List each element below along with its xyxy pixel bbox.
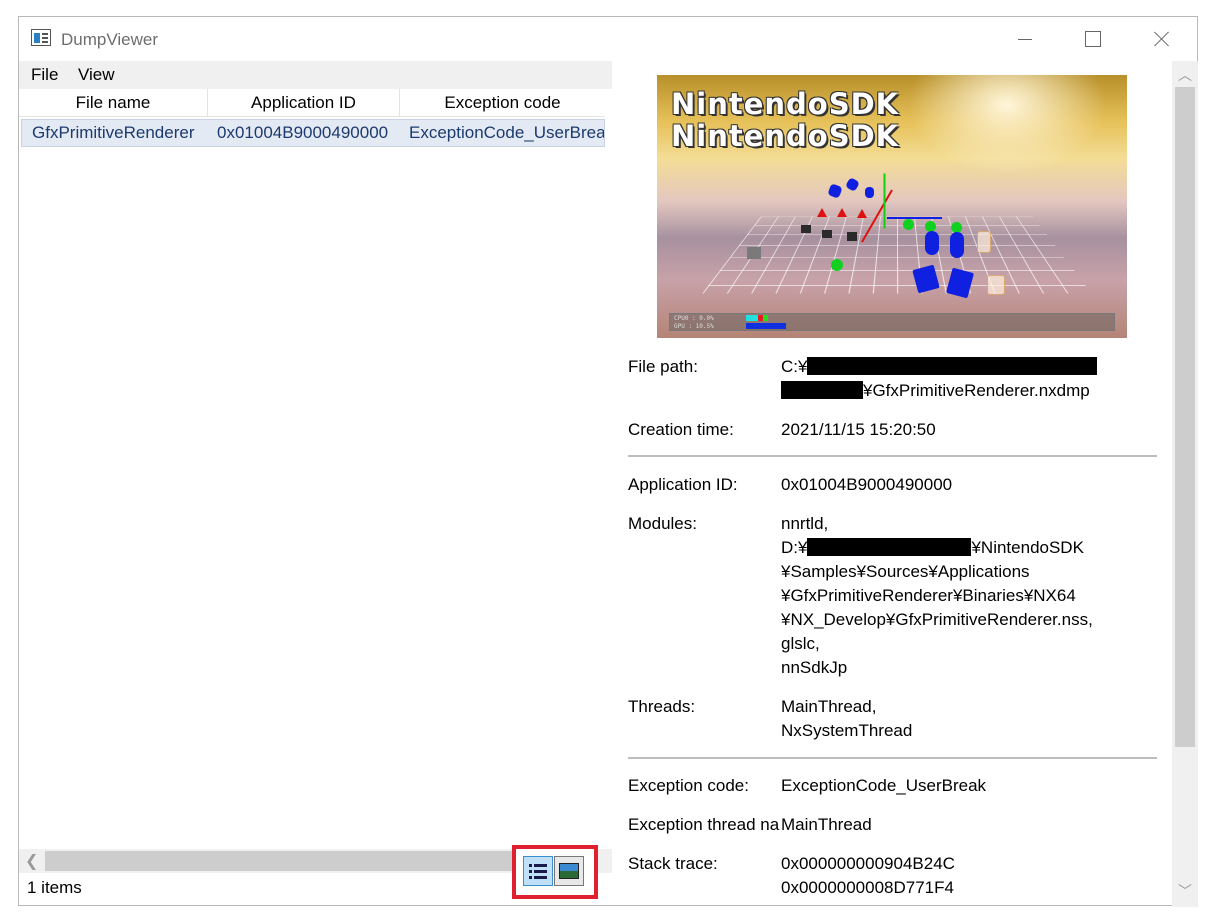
cell-application-id: 0x01004B9000490000 bbox=[217, 123, 389, 142]
redaction bbox=[807, 538, 972, 556]
screenshot-perf-bar: CPU0 : 0.0% GPU : 10.5% bbox=[669, 313, 1115, 331]
cell-exception-code: ExceptionCode_UserBreak bbox=[409, 123, 605, 142]
menu-file[interactable]: File bbox=[31, 65, 58, 85]
window-title: DumpViewer bbox=[61, 30, 159, 49]
application-id-value: 0x01004B9000490000 bbox=[781, 475, 953, 494]
image-view-icon[interactable] bbox=[554, 856, 584, 886]
scroll-left-icon[interactable]: ❮ bbox=[25, 851, 38, 871]
divider bbox=[628, 757, 1157, 759]
column-header-application-id[interactable]: Application ID bbox=[208, 89, 400, 117]
view-toggle-highlight bbox=[512, 845, 598, 899]
screenshot-logo: NintendoSDK bbox=[671, 119, 900, 153]
list-row[interactable]: GfxPrimitiveRenderer 0x01004B9000490000 … bbox=[21, 119, 605, 147]
creation-time-label: Creation time: bbox=[628, 420, 734, 439]
title-bar[interactable]: DumpViewer bbox=[19, 17, 1197, 61]
minimize-icon[interactable] bbox=[1001, 17, 1047, 61]
list-header: File name Application ID Exception code bbox=[19, 89, 605, 117]
exception-code-value: ExceptionCode_UserBreak bbox=[781, 776, 987, 795]
app-window-icon bbox=[31, 29, 51, 46]
column-header-exception-code[interactable]: Exception code bbox=[400, 89, 605, 117]
creation-time-value: 2021/11/15 15:20:50 bbox=[781, 420, 936, 439]
modules-label: Modules: bbox=[628, 514, 697, 533]
exception-thread-label: Exception thread name: bbox=[628, 815, 780, 834]
dumpviewer-window: DumpViewer File View File name Applicati… bbox=[18, 16, 1198, 907]
exception-code-label: Exception code: bbox=[628, 776, 749, 795]
redaction bbox=[781, 381, 863, 399]
item-count: 1 items bbox=[27, 878, 82, 897]
column-header-file-name[interactable]: File name bbox=[19, 89, 208, 117]
redaction bbox=[807, 357, 1098, 375]
stack-trace-value: 0x000000000904B24C 0x0000000008D771F4 bbox=[781, 854, 955, 897]
maximize-icon[interactable] bbox=[1069, 17, 1115, 61]
menu-bar: File View bbox=[19, 61, 612, 89]
scroll-down-icon[interactable]: ﹀ bbox=[1178, 881, 1192, 901]
threads-value: MainThread, NxSystemThread bbox=[781, 697, 913, 740]
threads-label: Threads: bbox=[628, 697, 696, 716]
exception-thread-value: MainThread bbox=[781, 815, 872, 834]
vertical-scroll-thumb[interactable] bbox=[1175, 87, 1195, 747]
file-path-label: File path: bbox=[628, 357, 698, 376]
scroll-up-icon[interactable]: ︿ bbox=[1178, 65, 1192, 85]
menu-view[interactable]: View bbox=[78, 65, 115, 85]
close-icon[interactable] bbox=[1139, 17, 1185, 61]
details-pane: NintendoSDK NintendoSDK CPU0: 0.0% GPU … bbox=[612, 61, 1172, 907]
modules-value: nnrtld, D:¥ ¥NintendoSDK ¥Samples¥Sources… bbox=[781, 514, 1093, 677]
file-path-value: C:¥ ¥GfxPrimitiveRenderer.nxdmp bbox=[781, 355, 1098, 403]
divider bbox=[628, 455, 1157, 457]
dump-screenshot: NintendoSDK NintendoSDK CPU0: 0.0% GPU … bbox=[657, 75, 1127, 338]
cell-file-name: GfxPrimitiveRenderer bbox=[32, 123, 195, 142]
application-id-label: Application ID: bbox=[628, 475, 738, 494]
list-view-icon[interactable] bbox=[523, 856, 553, 886]
vertical-scrollbar[interactable]: ︿ ﹀ bbox=[1172, 61, 1198, 907]
screenshot-logo: NintendoSDK bbox=[671, 87, 900, 121]
horizontal-scroll-thumb[interactable] bbox=[45, 851, 557, 871]
stack-trace-label: Stack trace: bbox=[628, 854, 718, 873]
